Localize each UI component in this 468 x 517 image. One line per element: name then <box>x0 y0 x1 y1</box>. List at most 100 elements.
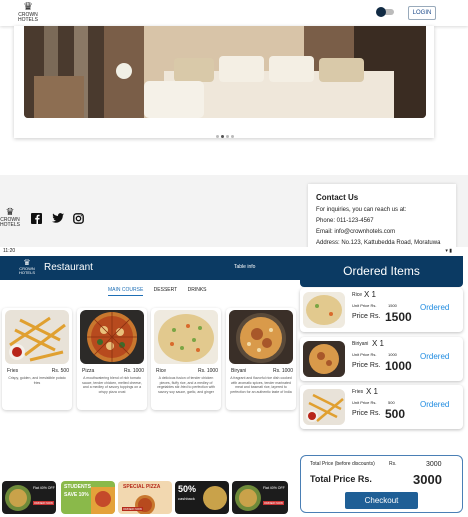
crown-hotels-logo[interactable]: ♛ CROWN HOTELS <box>14 2 42 24</box>
contact-title: Contact Us <box>316 193 359 202</box>
battery-wifi-icon: ▾ ▮ <box>445 248 452 254</box>
menu-item-card[interactable]: Biryani Rs. 1000 A fragrant and flavorfu… <box>226 308 296 410</box>
menu-item-card[interactable]: Rice Rs. 1000 A delicious fusion of tend… <box>151 308 221 410</box>
price-value: 1500 <box>385 310 412 324</box>
menu-item-name: Biryani <box>231 368 247 374</box>
unit-price-value: 1500 <box>388 303 397 308</box>
promo-cta: ORDER NOW <box>263 501 284 505</box>
footer-logo: ♛ CROWN HOTELS <box>0 208 20 228</box>
checkout-button[interactable]: Checkout <box>345 492 418 509</box>
total-before-discount-label: Total Price (before discounts) <box>310 461 375 467</box>
order-status: Ordered <box>420 352 450 361</box>
price-label: Price Rs. <box>352 410 381 417</box>
table-info-button[interactable]: Table info <box>234 264 255 270</box>
price-value: 1000 <box>385 359 412 373</box>
ordered-item-card[interactable]: Rice X 1 Unit Price Rs. 1500 Price Rs. 1… <box>300 288 463 332</box>
menu-item-price: Rs. 500 <box>51 368 69 374</box>
total-price-label: Total Price Rs. <box>310 474 372 484</box>
biryani-image <box>303 341 345 377</box>
tab-drinks[interactable]: DRINKS <box>188 287 207 295</box>
carousel-dots[interactable] <box>215 125 235 143</box>
fries-image <box>303 389 345 425</box>
menu-item-name: Pizza <box>82 368 95 374</box>
menu-item-price: Rs. 1000 <box>197 368 218 374</box>
ordered-item-card[interactable]: Fries X 1 Unit Price Rs. 500 Price Rs. 5… <box>300 385 463 429</box>
unit-price-label: Unit Price Rs. <box>352 352 377 357</box>
price-value: 500 <box>385 407 406 421</box>
menu-item-price: Rs. 1000 <box>123 368 144 374</box>
fries-image <box>5 310 69 364</box>
unit-price-label: Unit Price Rs. <box>352 303 377 308</box>
app-title: Restaurant <box>44 262 93 273</box>
instagram-icon[interactable] <box>73 213 84 227</box>
menu-item-card[interactable]: Pizza Rs. 1000 A mouthwatering blend of … <box>77 308 147 410</box>
toggle-knob <box>376 7 386 17</box>
theme-toggle[interactable] <box>376 7 394 17</box>
price-label: Price Rs. <box>352 313 381 320</box>
rice-image <box>154 310 218 364</box>
pizza-image <box>80 310 144 364</box>
ordered-item-name: Biriyani <box>352 341 369 347</box>
promo-banner[interactable]: SPECIAL PIZZA ORDER NOW <box>118 481 172 514</box>
totals-card: Total Price (before discounts) Rs. 3000 … <box>300 455 463 513</box>
app-logo: ♛ CROWN HOTELS <box>18 259 36 275</box>
menu-item-description: A mouthwatering blend of rich tomato sau… <box>82 376 142 394</box>
unit-price-label: Unit Price Rs. <box>352 400 377 405</box>
promo-text: SPECIAL PIZZA <box>123 484 161 490</box>
facebook-icon[interactable] <box>31 213 42 227</box>
promo-text: STUDENTS <box>64 484 91 490</box>
promo-cta: ORDER NOW <box>122 507 143 511</box>
carousel-dot[interactable] <box>226 135 229 138</box>
menu-item-description: A fragrant and flavorful rice dish cooke… <box>230 376 292 394</box>
tab-main-course[interactable]: MAIN COURSE <box>108 287 144 296</box>
biryani-image <box>229 310 293 364</box>
ordered-item-name: Fries <box>352 389 364 395</box>
site-header <box>0 0 468 26</box>
price-label: Price Rs. <box>352 362 381 369</box>
contact-card: Contact Us For inquiries, you can reach … <box>308 184 456 250</box>
ordered-item-name: Rice <box>352 292 363 298</box>
contact-email: Email: info@crownhotels.com <box>316 229 396 235</box>
menu-item-card[interactable]: Fries Rs. 500 Crispy, golden, and irresi… <box>2 308 72 410</box>
menu-item-price: Rs. 1000 <box>272 368 293 374</box>
logo-text-bottom: HOTELS <box>17 17 38 23</box>
promo-cta: cashback <box>178 496 195 501</box>
status-bar: 11:20 ▾ ▮ <box>0 247 468 256</box>
promo-text: 50% <box>178 484 197 494</box>
promo-cta: SAVE 10% <box>64 492 89 498</box>
rice-image <box>303 292 345 328</box>
ordered-items-title: Ordered Items <box>300 256 463 287</box>
order-status: Ordered <box>420 303 450 312</box>
login-button[interactable]: LOGIN <box>408 6 436 20</box>
unit-price-value: 500 <box>388 400 395 405</box>
carousel-dot[interactable] <box>216 135 219 138</box>
contact-intro: For inquiries, you can reach us at: <box>316 207 407 213</box>
order-status: Ordered <box>420 400 450 409</box>
promo-text: Flat 40% OFF <box>33 486 55 490</box>
menu-item-name: Rice <box>156 368 167 374</box>
total-before-discount-value: 3000 <box>426 461 442 468</box>
ordered-item-qty: X 1 <box>364 290 377 299</box>
menu-item-name: Fries <box>7 368 19 374</box>
menu-item-description: Crispy, golden, and irresistible potato … <box>8 376 66 385</box>
promo-banner[interactable]: Flat 40% OFF ORDER NOW <box>2 481 56 514</box>
twitter-icon[interactable] <box>52 213 64 227</box>
promo-banner[interactable]: 50% cashback <box>175 481 229 514</box>
footer-logo-bottom: HOTELS <box>0 222 21 228</box>
promo-cta: ORDER NOW <box>33 501 54 505</box>
promo-banner[interactable]: STUDENTS SAVE 10% <box>61 481 115 514</box>
ordered-item-card[interactable]: Biriyani X 1 Unit Price Rs. 1000 Price R… <box>300 337 463 381</box>
menu-item-description: A delicious fusion of tender chicken pie… <box>157 376 215 394</box>
tab-dessert[interactable]: DESSERT <box>154 287 178 295</box>
menu-tabs: MAIN COURSE DESSERT DRINKS <box>108 287 216 296</box>
total-before-discount-currency: Rs. <box>389 461 397 467</box>
carousel-dot[interactable] <box>231 135 234 138</box>
app-logo-bottom: HOTELS <box>18 270 35 275</box>
hotel-room-image <box>24 26 426 118</box>
total-price-value: 3000 <box>413 472 442 487</box>
app-bar: ♛ CROWN HOTELS Restaurant Table info <box>0 256 300 280</box>
ordered-item-qty: X 1 <box>372 339 385 348</box>
carousel-dot-active[interactable] <box>221 135 224 138</box>
ordered-item-qty: X 1 <box>366 387 379 396</box>
promo-banner[interactable]: Flat 40% OFF ORDER NOW <box>232 481 288 514</box>
